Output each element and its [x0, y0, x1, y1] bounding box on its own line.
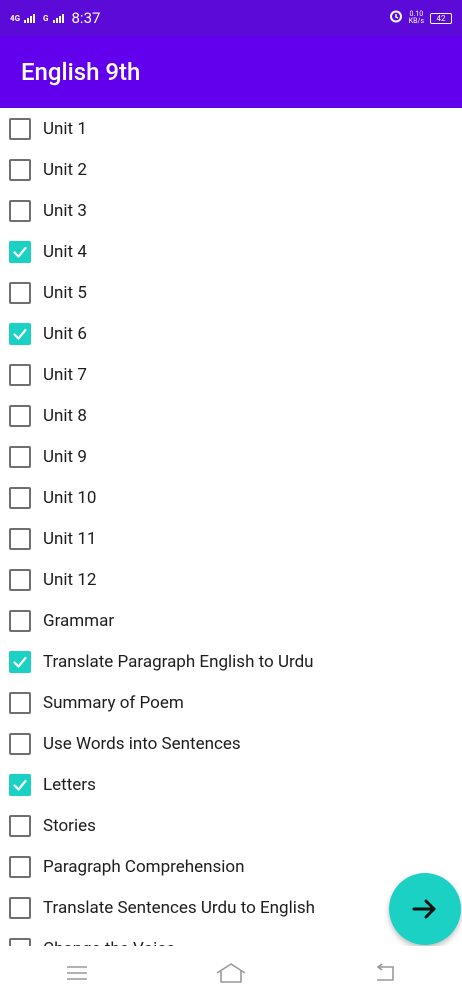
list-item[interactable]: Change the Voice — [0, 928, 462, 946]
page-title: English 9th — [21, 58, 141, 86]
checkbox[interactable] — [9, 445, 31, 468]
next-button[interactable] — [389, 873, 461, 945]
checkbox[interactable] — [9, 691, 31, 714]
status-right: 0.10 KB/s 42 — [389, 9, 452, 27]
list-item[interactable]: Grammar — [0, 600, 462, 641]
checkbox[interactable] — [9, 158, 31, 181]
list-item[interactable]: Unit 5 — [0, 272, 462, 313]
list-item-label: Letters — [43, 774, 96, 795]
list-item-label: Use Words into Sentences — [43, 733, 241, 754]
battery-level: 42 — [436, 13, 446, 23]
checkbox-checked[interactable] — [9, 240, 31, 263]
menu-icon — [67, 966, 87, 980]
list-item[interactable]: Unit 2 — [0, 149, 462, 190]
checkbox-checked[interactable] — [9, 650, 31, 673]
battery-icon: 42 — [430, 12, 452, 24]
checkbox-list[interactable]: Unit 1 Unit 2 Unit 3 Unit 4 Unit 5 Unit 6 Unit… — [0, 108, 462, 946]
list-item-label: Unit 4 — [43, 241, 87, 262]
list-item-label: Unit 5 — [43, 282, 87, 303]
list-item-label: Unit 3 — [43, 200, 87, 221]
network-type-2: G — [43, 13, 49, 23]
list-item[interactable]: Stories — [0, 805, 462, 846]
status-time: 8:37 — [71, 9, 101, 27]
list-item[interactable]: Unit 3 — [0, 190, 462, 231]
list-item[interactable]: Unit 1 — [0, 108, 462, 149]
menu-button[interactable] — [57, 958, 97, 988]
checkbox-checked[interactable] — [9, 322, 31, 345]
checkbox[interactable] — [9, 281, 31, 304]
list-item-label: Unit 10 — [43, 487, 97, 508]
checkbox[interactable] — [9, 896, 31, 919]
list-item-label: Unit 9 — [43, 446, 87, 467]
list-item-label: Change the Voice — [43, 939, 175, 947]
list-item-label: Summary of Poem — [43, 692, 184, 713]
list-item[interactable]: Paragraph Comprehension — [0, 846, 462, 887]
arrow-right-icon — [412, 899, 436, 919]
checkbox[interactable] — [9, 363, 31, 386]
checkbox[interactable] — [9, 855, 31, 878]
checkbox[interactable] — [9, 937, 31, 946]
home-icon — [216, 963, 246, 983]
alarm-icon — [389, 9, 403, 27]
list-item[interactable]: Unit 12 — [0, 559, 462, 600]
checkbox[interactable] — [9, 609, 31, 632]
list-item[interactable]: Unit 4 — [0, 231, 462, 272]
checkbox[interactable] — [9, 486, 31, 509]
list-item-label: Paragraph Comprehension — [43, 856, 245, 877]
list-item[interactable]: Translate Paragraph English to Urdu — [0, 641, 462, 682]
list-item[interactable]: Summary of Poem — [0, 682, 462, 723]
list-item-label: Unit 11 — [43, 528, 97, 549]
list-item-label: Translate Paragraph English to Urdu — [43, 651, 314, 672]
list-item[interactable]: Unit 6 — [0, 313, 462, 354]
checkmark-icon — [13, 656, 27, 668]
back-icon — [376, 963, 394, 981]
list-item[interactable]: Use Words into Sentences — [0, 723, 462, 764]
signal-icon — [24, 13, 36, 23]
checkmark-icon — [13, 246, 27, 258]
speed-unit: KB/s — [408, 17, 424, 25]
network-speed: 0.10 KB/s — [409, 11, 424, 25]
list-item[interactable]: Letters — [0, 764, 462, 805]
checkmark-icon — [13, 328, 27, 340]
list-item-label: Unit 1 — [43, 118, 87, 139]
list-item[interactable]: Unit 8 — [0, 395, 462, 436]
list-item-label: Unit 12 — [43, 569, 97, 590]
status-left: 4G G 8:37 — [10, 9, 100, 27]
list-item[interactable]: Unit 10 — [0, 477, 462, 518]
status-bar: 4G G 8:37 0.10 KB/s 42 — [0, 0, 462, 36]
list-item-label: Unit 7 — [43, 364, 87, 385]
list-item-label: Unit 8 — [43, 405, 87, 426]
checkbox[interactable] — [9, 117, 31, 140]
list-item[interactable]: Unit 7 — [0, 354, 462, 395]
list-item[interactable]: Unit 9 — [0, 436, 462, 477]
system-nav-bar — [0, 946, 462, 1000]
back-button[interactable] — [365, 958, 405, 988]
checkmark-icon — [13, 779, 27, 791]
checkbox[interactable] — [9, 527, 31, 550]
list-item-label: Grammar — [43, 610, 115, 631]
list-item-label: Unit 2 — [43, 159, 87, 180]
checkbox[interactable] — [9, 404, 31, 427]
app-bar: English 9th — [0, 36, 462, 108]
network-type-1: 4G — [10, 13, 21, 23]
checkbox[interactable] — [9, 814, 31, 837]
signal-icon-2 — [52, 13, 64, 23]
checkbox-checked[interactable] — [9, 773, 31, 796]
home-button[interactable] — [211, 958, 251, 988]
list-item-label: Translate Sentences Urdu to English — [43, 897, 316, 918]
list-item-label: Unit 6 — [43, 323, 87, 344]
checkbox[interactable] — [9, 199, 31, 222]
list-item[interactable]: Unit 11 — [0, 518, 462, 559]
list-item-label: Stories — [43, 815, 96, 836]
checkbox[interactable] — [9, 732, 31, 755]
checkbox[interactable] — [9, 568, 31, 591]
